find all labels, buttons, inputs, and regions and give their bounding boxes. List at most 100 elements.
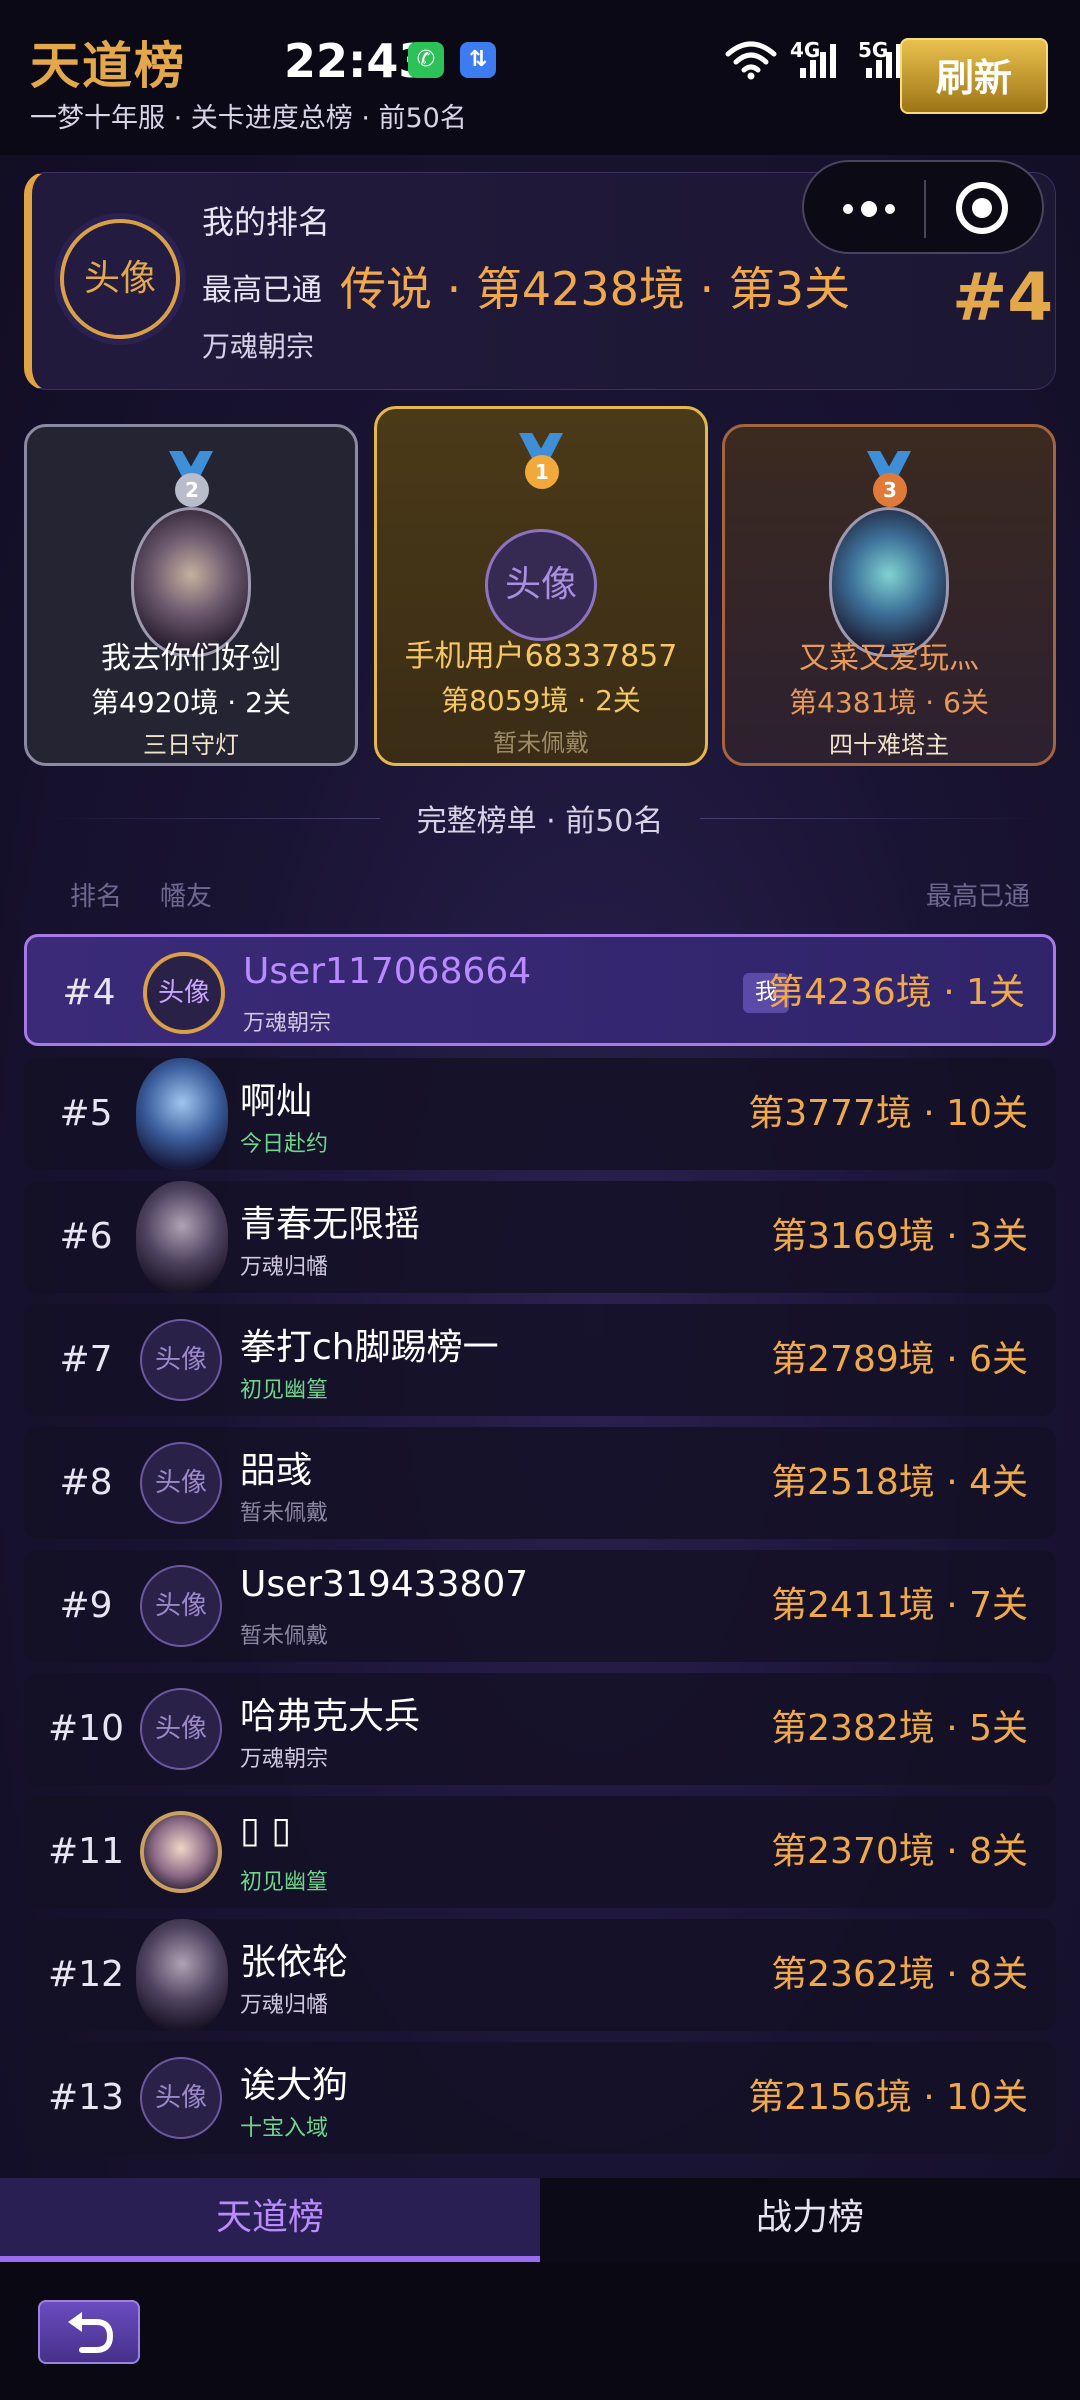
back-button[interactable] (38, 2300, 140, 2364)
row-title: 初见幽篁 (240, 1870, 329, 1895)
row-stage: 第2370境 · 8关 (771, 1831, 1028, 1872)
row-rank: #12 (48, 1954, 124, 1995)
row-title: 今日赴约 (240, 1132, 329, 1157)
list-heading: 完整榜单 · 前50名 (416, 804, 664, 839)
avatar: 头像 (485, 529, 597, 641)
row-rank: #9 (59, 1585, 113, 1626)
podium-stage: 第4920境 · 2关 (91, 686, 291, 719)
page-title: 天道榜 (30, 37, 186, 95)
my-rank-label: 我的排名 (202, 203, 331, 241)
row-name: User117068664 (243, 951, 532, 992)
avatar (140, 1811, 222, 1893)
best-cleared-stage: 传说 · 第4238境 · 第3关 (340, 262, 851, 316)
podium-name: 又菜又爱玩灬 (799, 641, 979, 676)
capsule-divider (924, 180, 926, 238)
podium-title: 四十难塔主 (829, 731, 949, 759)
podium-name: 手机用户68337857 (404, 639, 678, 674)
target-icon[interactable] (956, 182, 1008, 234)
header: 天道榜 一梦十年服 · 关卡进度总榜 · 前50名 22:43 ✆ ⇅ 4G 5… (0, 0, 1080, 155)
page-subtitle: 一梦十年服 · 关卡进度总榜 · 前50名 (30, 103, 467, 134)
podium-name: 我去你们好剑 (101, 641, 281, 676)
row-stage: 第2518境 · 4关 (771, 1462, 1028, 1503)
row-title: 暂未佩戴 (240, 1624, 329, 1649)
silver-medal-icon: 2 (161, 451, 221, 511)
podium-second[interactable]: 2 我去你们好剑 第4920境 · 2关 三日守灯 (24, 424, 358, 766)
row-rank: #5 (59, 1093, 113, 1134)
column-rank: 排名 (70, 882, 123, 912)
table-row[interactable]: #11 ▯ ▯ 初见幽篁 第2370境 · 8关 (24, 1796, 1056, 1908)
row-rank: #11 (48, 1831, 124, 1872)
table-row[interactable]: #13 头像 诶大狗 十宝入域 第2156境 · 10关 (24, 2042, 1056, 2154)
row-title: 暂未佩戴 (240, 1501, 329, 1526)
row-name: 青春无限摇 (240, 1204, 421, 1245)
podium-title: 暂未佩戴 (493, 729, 589, 757)
table-row-me[interactable]: #4 头像 User117068664 万魂朝宗 我 第4236境 · 1关 (24, 934, 1056, 1046)
refresh-button[interactable]: 刷新 (900, 38, 1048, 114)
row-name: 拳打ch脚踢榜一 (240, 1327, 499, 1368)
row-name: 张依轮 (240, 1942, 349, 1983)
table-row[interactable]: #5 啊灿 今日赴约 第3777境 · 10关 (24, 1058, 1056, 1170)
row-title: 十宝入域 (240, 2116, 329, 2141)
table-row[interactable]: #6 青春无限摇 万魂归幡 第3169境 · 3关 (24, 1181, 1056, 1293)
row-name: 啊灿 (240, 1081, 313, 1122)
wechat-icon: ✆ (408, 42, 444, 78)
table-row[interactable]: #8 头像 㗊彧 暂未佩戴 第2518境 · 4关 (24, 1427, 1056, 1539)
avatar (136, 1919, 228, 2031)
row-rank: #8 (59, 1462, 113, 1503)
gold-medal-icon: 1 (511, 433, 571, 493)
podium-stage: 第8059境 · 2关 (441, 684, 641, 717)
avatar: 头像 (140, 1442, 222, 1524)
podium-first[interactable]: 1 头像 手机用户68337857 第8059境 · 2关 暂未佩戴 (374, 406, 708, 766)
miniprogram-capsule (802, 160, 1044, 254)
bronze-medal-icon: 3 (859, 451, 919, 511)
avatar (136, 1181, 228, 1293)
column-player: 幡友 (160, 882, 213, 912)
row-title: 初见幽篁 (240, 1378, 329, 1403)
table-row[interactable]: #12 张依轮 万魂归幡 第2362境 · 8关 (24, 1919, 1056, 2031)
row-stage: 第2789境 · 6关 (771, 1339, 1028, 1380)
table-row[interactable]: #10 头像 哈弗克大兵 万魂朝宗 第2382境 · 5关 (24, 1673, 1056, 1785)
leaderboard-tabs: 天道榜 战力榜 (0, 2178, 1080, 2262)
row-stage: 第2156境 · 10关 (748, 2077, 1028, 2118)
message-icon: ⇅ (460, 42, 496, 78)
avatar: 头像 (140, 1688, 222, 1770)
row-title: 万魂归幡 (240, 1255, 329, 1280)
podium-stage: 第4381境 · 6关 (789, 686, 989, 719)
avatar: 头像 (140, 1565, 222, 1647)
table-row[interactable]: #9 头像 User319433807 暂未佩戴 第2411境 · 7关 (24, 1550, 1056, 1662)
avatar: 头像 (143, 952, 225, 1034)
row-stage: 第4236境 · 1关 (768, 972, 1025, 1013)
row-rank: #7 (59, 1339, 113, 1380)
table-row[interactable]: #7 头像 拳打ch脚踢榜一 初见幽篁 第2789境 · 6关 (24, 1304, 1056, 1416)
signal-bars-icon (800, 44, 844, 78)
back-arrow-icon (68, 2312, 114, 2353)
tab-tiandao[interactable]: 天道榜 (0, 2178, 540, 2262)
best-cleared-label: 最高已通 (202, 273, 322, 308)
podium-third[interactable]: 3 又菜又爱玩灬 第4381境 · 6关 四十难塔主 (722, 424, 1056, 766)
row-name: 哈弗克大兵 (240, 1696, 421, 1737)
app-root: 天道榜 一梦十年服 · 关卡进度总榜 · 前50名 22:43 ✆ ⇅ 4G 5… (0, 0, 1080, 2400)
avatar (136, 1058, 228, 1170)
my-guild: 万魂朝宗 (202, 330, 315, 363)
row-rank: #10 (48, 1708, 124, 1749)
my-rank-value: #4 (952, 259, 1054, 336)
wifi-icon (725, 41, 777, 80)
row-title: 万魂朝宗 (240, 1747, 329, 1772)
bottom-bar (0, 2262, 1080, 2400)
row-stage: 第3777境 · 10关 (748, 1093, 1028, 1134)
row-name: User319433807 (240, 1564, 529, 1605)
row-stage: 第2382境 · 5关 (771, 1708, 1028, 1749)
row-name: ▯ ▯ (240, 1810, 292, 1851)
row-title: 万魂归幡 (240, 1993, 329, 2018)
row-stage: 第2362境 · 8关 (771, 1954, 1028, 1995)
podium-title: 三日守灯 (143, 731, 239, 759)
row-stage: 第2411境 · 7关 (771, 1585, 1028, 1626)
row-stage: 第3169境 · 3关 (771, 1216, 1028, 1257)
row-rank: #13 (48, 2077, 124, 2118)
avatar: 头像 (140, 1319, 222, 1401)
row-rank: #4 (62, 972, 116, 1013)
avatar[interactable]: 头像 (60, 219, 180, 339)
more-dots-icon[interactable] (834, 192, 904, 226)
row-title: 万魂朝宗 (243, 1011, 332, 1036)
tab-power[interactable]: 战力榜 (540, 2178, 1080, 2262)
